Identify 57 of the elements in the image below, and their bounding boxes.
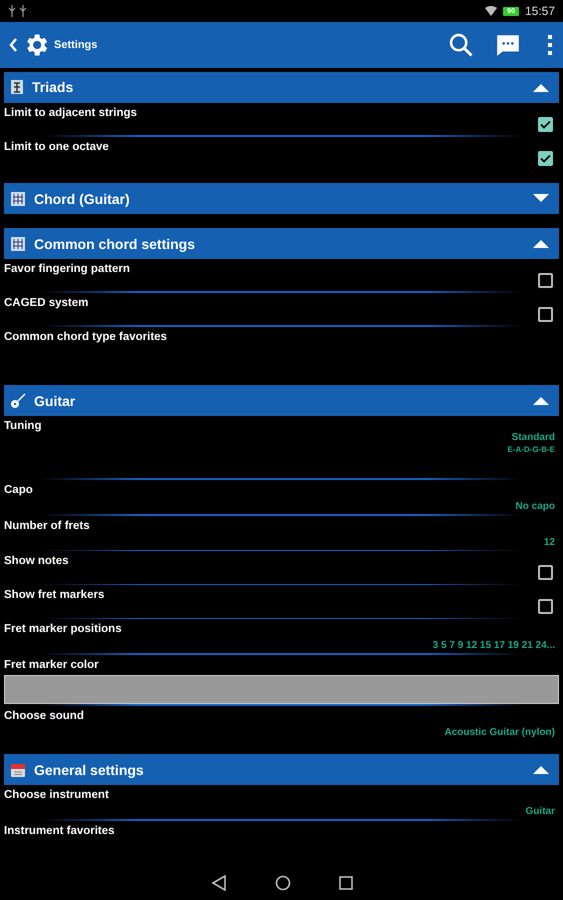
setting-label: Fret marker positions — [4, 623, 122, 636]
chord-grid-icon — [10, 190, 26, 207]
setting-label: Common chord type favorites — [4, 331, 167, 344]
setting-label: Number of frets — [4, 520, 90, 532]
setting-label: Limit to adjacent strings — [4, 106, 137, 119]
setting-label: Choose instrument — [4, 789, 109, 802]
collapse-icon — [533, 396, 549, 405]
guitar-icon — [10, 392, 26, 408]
checkbox[interactable] — [538, 565, 553, 580]
section-title: General settings — [34, 762, 145, 778]
expand-icon — [533, 194, 549, 204]
section-header[interactable]: Common chord settings — [4, 228, 559, 259]
setting-value: Guitar — [526, 806, 555, 818]
setting-label: Tuning — [4, 420, 42, 432]
section-header[interactable]: Triads — [4, 72, 559, 103]
setting-label: Limit to one octave — [4, 140, 109, 153]
setting-label: Choose sound — [4, 710, 84, 722]
setting-value: No capo — [516, 500, 555, 512]
setting-label: Fret marker color — [4, 659, 99, 672]
color-swatch[interactable] — [4, 675, 559, 704]
calendar-icon — [10, 762, 26, 778]
collapse-icon — [533, 765, 549, 774]
section-title: Chord (Guitar) — [34, 190, 131, 207]
checkbox[interactable] — [538, 599, 553, 614]
checkbox[interactable] — [538, 307, 553, 322]
back-nav-icon[interactable] — [210, 874, 226, 890]
back-icon[interactable] — [8, 37, 18, 53]
setting-label: Instrument favorites — [4, 824, 115, 837]
app-bar-title: Settings — [54, 39, 98, 51]
setting-value: Standard — [512, 432, 555, 443]
search-icon[interactable] — [447, 31, 475, 59]
section-header[interactable]: General settings — [4, 754, 559, 786]
setting-detail: E-A-D-G-B-E — [507, 444, 555, 454]
collapse-icon — [533, 82, 549, 92]
chord-grid-icon — [10, 236, 26, 252]
menu-icon[interactable] — [547, 34, 553, 56]
wifi-icon — [485, 6, 498, 16]
setting-value: 12 — [544, 536, 555, 548]
checkbox[interactable] — [538, 272, 553, 288]
setting-value: 3 5 7 9 12 15 17 19 21 24... — [432, 640, 555, 652]
checkbox[interactable] — [538, 116, 553, 132]
section-header[interactable]: Chord (Guitar) — [4, 183, 559, 214]
recents-nav-icon[interactable] — [338, 876, 352, 890]
setting-label: CAGED system — [4, 297, 88, 309]
home-nav-icon[interactable] — [274, 874, 290, 890]
clock-time: 15:57 — [524, 4, 555, 18]
setting-value: Acoustic Guitar (nylon) — [444, 727, 555, 738]
checkbox[interactable] — [538, 150, 553, 166]
setting-label: Show fret markers — [4, 589, 104, 602]
setting-label: Show notes — [4, 555, 69, 568]
section-title: Triads — [32, 79, 74, 96]
section-title: Guitar — [34, 392, 76, 408]
setting-label: Favor fingering pattern — [4, 262, 130, 275]
section-header[interactable]: Guitar — [4, 385, 559, 416]
collapse-icon — [533, 239, 549, 248]
setting-label: Capo — [4, 484, 33, 496]
section-title: Common chord settings — [34, 236, 196, 252]
